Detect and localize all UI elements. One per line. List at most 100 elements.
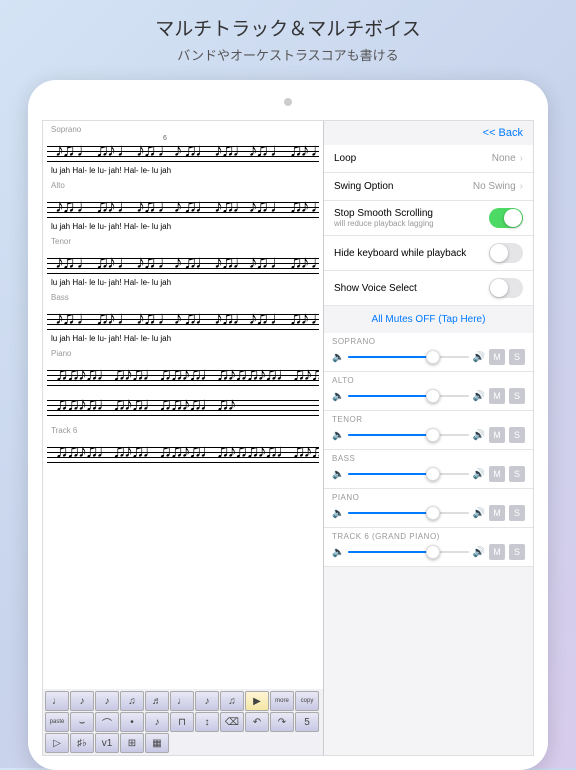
staff-piano[interactable]: Piano♫♫♪♫♩♫♪♫♩♫♫♪♫♩♫♪♫♫♪♫♩♫♪♫♩♫♫♪♫♩♫♪♫♫♪… bbox=[43, 345, 323, 422]
volume-slider[interactable] bbox=[348, 434, 468, 436]
tool-button[interactable]: v1 bbox=[95, 733, 119, 753]
volume-slider[interactable] bbox=[348, 473, 468, 475]
tool-button[interactable]: ▶ bbox=[245, 691, 269, 711]
tool-button[interactable]: paste bbox=[45, 712, 69, 732]
tool-button[interactable]: ⌣ bbox=[70, 712, 94, 732]
staff-tenor[interactable]: Tenor♪♫ ♩ ♫♪ ♩ ♪♫ ♩♪ ♫♩ ♪♫♩♪♫ ♩ ♫♪ ♩ ♪♫ … bbox=[43, 233, 323, 289]
speaker-low-icon[interactable]: 🔈 bbox=[332, 469, 344, 480]
track-4: PIANO🔈🔊MS bbox=[324, 489, 533, 528]
solo-button[interactable]: S bbox=[509, 544, 525, 560]
scroll-sublabel: will reduce playback lagging bbox=[334, 219, 434, 228]
staff-track 6[interactable]: Track 6 ♫♫♪♫♩♫♪♫♩♫♫♪♫♩♫♪♫♫♪♫♩♫♪♫♩♫♫♪♫♩♫♪ bbox=[43, 422, 323, 469]
track-3: BASS 🔈 🔊 MS bbox=[324, 450, 533, 489]
screen: 6 Soprano♪♫ ♩ ♫♪ ♩ ♪♫ ♩♪ ♫♩ ♪♫♩♪♫ ♩ ♫♪ ♩… bbox=[42, 120, 534, 756]
part-label: Soprano bbox=[47, 123, 319, 134]
solo-button[interactable]: S bbox=[509, 466, 525, 482]
track-1: ALTO🔈🔊MS bbox=[324, 372, 533, 411]
tool-button[interactable]: 5 bbox=[295, 712, 319, 732]
mute-button[interactable]: M bbox=[489, 544, 505, 560]
solo-button[interactable]: S bbox=[509, 388, 525, 404]
tool-button[interactable]: ♪ bbox=[195, 691, 219, 711]
staff-alto[interactable]: Alto♪♫ ♩ ♫♪ ♩ ♪♫ ♩♪ ♫♩ ♪♫♩♪♫ ♩ ♫♪ ♩ ♪♫ ♩… bbox=[43, 177, 323, 233]
tool-button[interactable]: • bbox=[120, 712, 144, 732]
tool-button[interactable]: ♬ bbox=[145, 691, 169, 711]
tool-button[interactable]: ♯♭ bbox=[70, 733, 94, 753]
speaker-low-icon[interactable]: 🔈 bbox=[332, 430, 344, 441]
mute-button[interactable]: M bbox=[489, 349, 505, 365]
smooth-scroll-toggle[interactable] bbox=[489, 208, 523, 228]
lyrics: lu jah Hal- le lu- jah! Hal- le- lu jah bbox=[47, 334, 319, 343]
speaker-high-icon[interactable]: 🔊 bbox=[473, 469, 485, 480]
hide-keyboard-toggle[interactable] bbox=[489, 243, 523, 263]
back-button[interactable]: << Back bbox=[324, 121, 533, 145]
tool-button[interactable]: ↶ bbox=[245, 712, 269, 732]
tool-button[interactable]: ♩ bbox=[45, 691, 69, 711]
mute-button[interactable]: M bbox=[489, 427, 505, 443]
tool-button[interactable]: more bbox=[270, 691, 294, 711]
tool-button[interactable]: ♫ bbox=[220, 691, 244, 711]
score-area[interactable]: 6 Soprano♪♫ ♩ ♫♪ ♩ ♪♫ ♩♪ ♫♩ ♪♫♩♪♫ ♩ ♫♪ ♩… bbox=[43, 121, 323, 755]
note-toolbar: ♩♪♪♫♬♩♪♫▶morecopypaste⌣⌒•♪⊓↕⌫↶↷5▷♯♭v1⊞▦ bbox=[43, 689, 323, 755]
mute-button[interactable]: M bbox=[489, 388, 505, 404]
tool-button[interactable]: ▦ bbox=[145, 733, 169, 753]
speaker-low-icon[interactable]: 🔈 bbox=[332, 547, 344, 558]
staff-lines[interactable]: ♪♫ ♩ ♫♪ ♩ ♪♫ ♩♪ ♫♩ ♪♫♩♪♫ ♩ ♫♪ ♩ ♪♫ ♩♪ ♫♩… bbox=[47, 136, 319, 164]
tool-button[interactable]: copy bbox=[295, 691, 319, 711]
part-label: Track 6 bbox=[47, 424, 319, 435]
speaker-high-icon[interactable]: 🔊 bbox=[473, 391, 485, 402]
track-5: TRACK 6 (GRAND PIANO)🔈🔊MS bbox=[324, 528, 533, 567]
staff-lines[interactable]: ♪♫ ♩ ♫♪ ♩ ♪♫ ♩♪ ♫♩ ♪♫♩♪♫ ♩ ♫♪ ♩ ♪♫ ♩♪ ♫♩… bbox=[47, 192, 319, 220]
swing-label: Swing Option bbox=[334, 181, 393, 192]
tool-button[interactable]: ↷ bbox=[270, 712, 294, 732]
staff-lines[interactable]: ♫♫♪♫♩♫♪♫♩♫♫♪♫♩♫♪♫♫♪♫♩♫♪♫♩♫♫♪♫♩♫♪ bbox=[47, 437, 319, 465]
loop-row[interactable]: Loop None› bbox=[324, 145, 533, 173]
staff-soprano[interactable]: Soprano ♪♫ ♩ ♫♪ ♩ ♪♫ ♩♪ ♫♩ ♪♫♩♪♫ ♩ ♫♪ ♩ ♪… bbox=[43, 121, 323, 177]
track-name: BASS bbox=[332, 454, 525, 463]
speaker-high-icon[interactable]: 🔊 bbox=[473, 508, 485, 519]
solo-button[interactable]: S bbox=[509, 427, 525, 443]
volume-slider[interactable] bbox=[348, 512, 468, 514]
tool-button[interactable]: ♪ bbox=[145, 712, 169, 732]
voice-select-toggle[interactable] bbox=[489, 278, 523, 298]
staff-lines[interactable]: ♫♫♪♫♩♫♪♫♩♫♫♪♫♩♫♪♫♫♪♫♩♫♪♫♩♫♫♪♫♩♫♪ bbox=[47, 360, 319, 388]
mute-button[interactable]: M bbox=[489, 466, 505, 482]
tool-button[interactable]: ⊓ bbox=[170, 712, 194, 732]
track-name: TENOR bbox=[332, 415, 525, 424]
loop-value: None bbox=[492, 153, 516, 164]
tool-button[interactable]: ↕ bbox=[195, 712, 219, 732]
volume-slider[interactable] bbox=[348, 395, 468, 397]
mute-button[interactable]: M bbox=[489, 505, 505, 521]
all-mutes-off-button[interactable]: All Mutes OFF (Tap Here) bbox=[324, 306, 533, 333]
tool-button[interactable]: ♪ bbox=[95, 691, 119, 711]
swing-value: No Swing bbox=[473, 181, 516, 192]
tool-button[interactable]: ♪ bbox=[70, 691, 94, 711]
staff-bass[interactable]: Bass♪♫ ♩ ♫♪ ♩ ♪♫ ♩♪ ♫♩ ♪♫♩♪♫ ♩ ♫♪ ♩ ♪♫ ♩… bbox=[43, 289, 323, 345]
ipad-frame: 6 Soprano♪♫ ♩ ♫♪ ♩ ♪♫ ♩♪ ♫♩ ♪♫♩♪♫ ♩ ♫♪ ♩… bbox=[28, 80, 548, 770]
notes: ♫♫♪♫♩♫♪♫♩♫♫♪♫♩♫♪♫♫♪♫♩♫♪♫♩♫♫♪♫♩♫♪ bbox=[47, 437, 319, 465]
staff-lines[interactable]: ♪♫ ♩ ♫♪ ♩ ♪♫ ♩♪ ♫♩ ♪♫♩♪♫ ♩ ♫♪ ♩ ♪♫ ♩♪ ♫♩… bbox=[47, 248, 319, 276]
swing-row[interactable]: Swing Option No Swing› bbox=[324, 173, 533, 201]
staff-lines[interactable]: ♪♫ ♩ ♫♪ ♩ ♪♫ ♩♪ ♫♩ ♪♫♩♪♫ ♩ ♫♪ ♩ ♪♫ ♩♪ ♫♩… bbox=[47, 304, 319, 332]
speaker-low-icon[interactable]: 🔈 bbox=[332, 508, 344, 519]
solo-button[interactable]: S bbox=[509, 349, 525, 365]
settings-panel: << Back Loop None› Swing Option No Swing… bbox=[323, 121, 533, 755]
notes: ♪♫ ♩ ♫♪ ♩ ♪♫ ♩♪ ♫♩ ♪♫♩♪♫ ♩ ♫♪ ♩ ♪♫ ♩♪ ♫♩… bbox=[47, 192, 319, 220]
tool-button[interactable]: ♩ bbox=[170, 691, 194, 711]
voice-label: Show Voice Select bbox=[334, 283, 417, 294]
hidekb-label: Hide keyboard while playback bbox=[334, 248, 466, 259]
speaker-high-icon[interactable]: 🔊 bbox=[473, 352, 485, 363]
volume-slider[interactable] bbox=[348, 551, 468, 553]
tool-button[interactable]: ⊞ bbox=[120, 733, 144, 753]
tool-button[interactable]: ▷ bbox=[45, 733, 69, 753]
tool-button[interactable]: ♫ bbox=[120, 691, 144, 711]
staff-lines[interactable]: ♫♫♪♫♩♫♪♫♩♫♫♪♫♩♫♪ bbox=[47, 390, 319, 418]
solo-button[interactable]: S bbox=[509, 505, 525, 521]
lyrics: lu jah Hal- le lu- jah! Hal- le- lu jah bbox=[47, 278, 319, 287]
tool-button[interactable]: ⌒ bbox=[95, 712, 119, 732]
volume-slider[interactable] bbox=[348, 356, 468, 358]
tool-button[interactable]: ⌫ bbox=[220, 712, 244, 732]
speaker-high-icon[interactable]: 🔊 bbox=[473, 430, 485, 441]
speaker-low-icon[interactable]: 🔈 bbox=[332, 352, 344, 363]
speaker-high-icon[interactable]: 🔊 bbox=[473, 547, 485, 558]
speaker-low-icon[interactable]: 🔈 bbox=[332, 391, 344, 402]
